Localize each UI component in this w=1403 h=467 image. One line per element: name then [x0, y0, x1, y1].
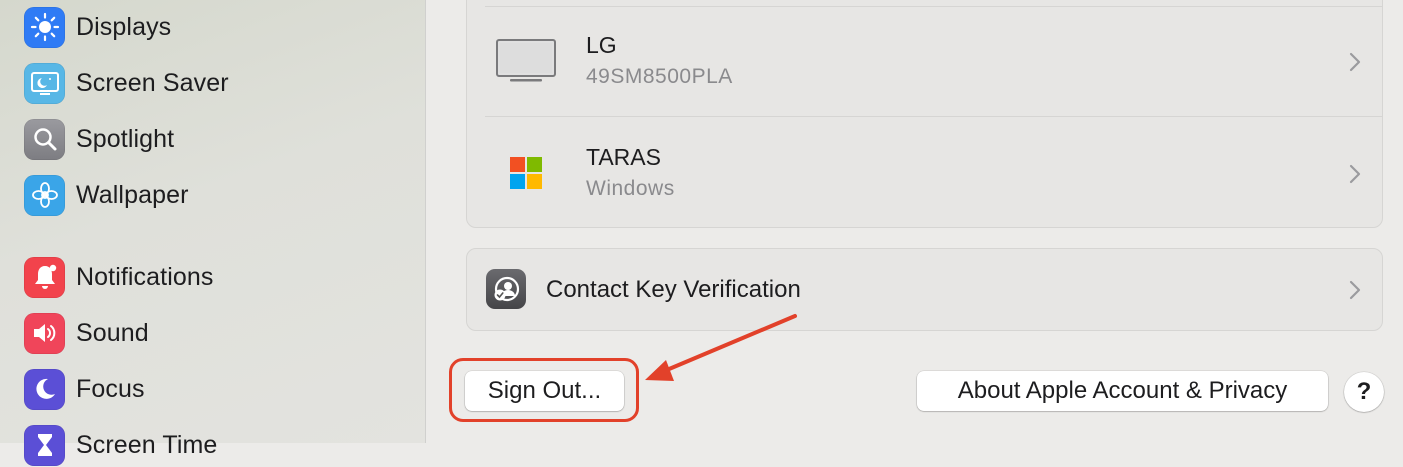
annotation-arrow-icon: [645, 314, 797, 381]
